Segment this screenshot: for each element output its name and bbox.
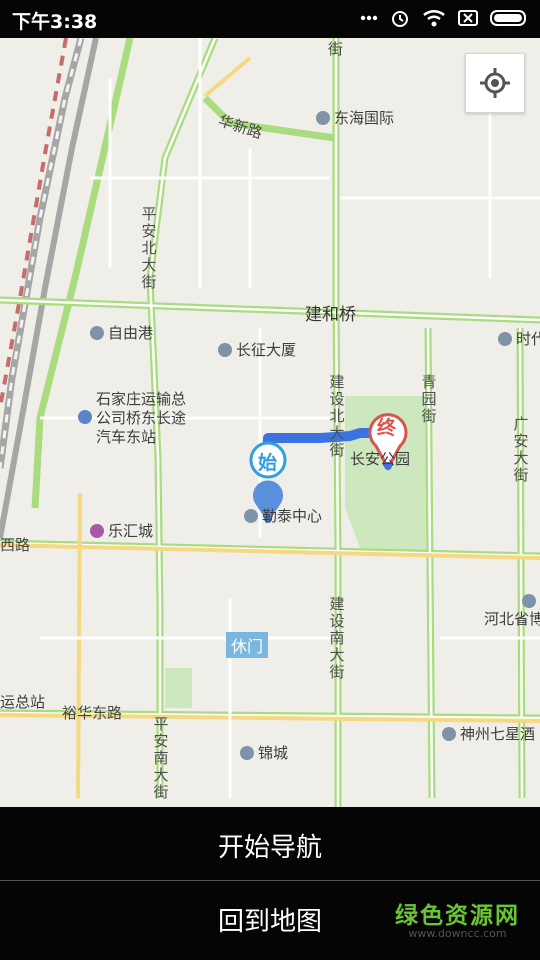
road-label-top-street: 街: [328, 40, 344, 58]
action-divider: [0, 880, 540, 881]
poi-lehui-label: 乐汇城: [108, 522, 154, 540]
road-label-pingannan: 平安南大街: [153, 715, 169, 801]
watermark-main: 绿色资源网: [395, 903, 520, 929]
small-park: [165, 668, 192, 708]
building-icon: [218, 342, 232, 357]
road-label-jianshebei: 建设北大街: [329, 373, 345, 459]
poi-donghai-label: 东海国际: [334, 109, 395, 127]
shopping-icon: [90, 523, 104, 538]
poi-yongtai[interactable]: 勒泰中心: [244, 505, 322, 526]
watermark-sub: www.downcc.com: [408, 927, 507, 940]
end-marker-label: 终: [377, 417, 397, 439]
poi-changan-park[interactable]: 长安公园: [350, 448, 410, 469]
more-icon: [360, 15, 378, 21]
bus-icon: [78, 410, 92, 424]
status-icons: [360, 8, 530, 28]
poi-transport-line-3: 汽车东站: [96, 428, 157, 446]
road-label-qingyuan: 青园街: [421, 373, 437, 425]
building-icon: [498, 331, 512, 346]
status-bar: 下午3:38: [0, 0, 540, 38]
start-marker-label: 始: [258, 452, 278, 474]
wifi-icon: [423, 10, 445, 27]
poi-donghai[interactable]: 东海国际: [316, 107, 394, 128]
museum-icon: [522, 594, 536, 608]
poi-changzheng[interactable]: 长征大厦: [218, 339, 296, 360]
road-label-guangan: 广安大街: [513, 415, 529, 484]
road-yellow-1: [76, 492, 82, 799]
poi-transport-line-1: 石家庄运输总: [96, 390, 187, 408]
poi-transport-line-2: 公司桥东长途: [96, 409, 187, 427]
road-label-pinganbei: 平安北大街: [141, 205, 157, 291]
building-icon: [244, 508, 258, 523]
poi-station[interactable]: 运总站: [0, 691, 45, 712]
poi-shidai[interactable]: 时代: [498, 328, 540, 349]
building-icon: [240, 745, 254, 760]
locate-icon: [480, 68, 510, 98]
poi-yongtai-label: 勒泰中心: [262, 507, 323, 525]
poi-jincheng[interactable]: 锦城: [240, 742, 288, 763]
poi-hebei[interactable]: 河北省博: [484, 594, 540, 629]
building-icon: [90, 325, 104, 340]
road-label-xi: 西路: [0, 536, 31, 554]
road-label-jianshenan: 建设南大街: [329, 595, 345, 681]
poi-ziyougang-label: 自由港: [108, 324, 154, 342]
poi-transport[interactable]: 石家庄运输总 公司桥东长途 汽车东站: [78, 390, 186, 447]
poi-changzheng-label: 长征大厦: [236, 341, 297, 359]
poi-shenzhou-label: 神州七星酒: [460, 725, 536, 743]
poi-ziyougang[interactable]: 自由港: [90, 322, 153, 343]
battery-icon: [490, 10, 526, 26]
status-time: 下午3:38: [12, 11, 98, 33]
poi-hebei-label: 河北省博: [484, 610, 540, 628]
poi-xiumen[interactable]: 休门: [226, 632, 269, 658]
poi-jincheng-label: 锦城: [258, 744, 289, 762]
poi-shenzhou[interactable]: 神州七星酒: [442, 723, 535, 744]
poi-shidai-label: 时代: [516, 330, 540, 348]
sim-off-icon: [458, 10, 478, 26]
start-navigation-button[interactable]: 开始导航: [0, 809, 540, 881]
road-label-yuhua: 裕华东路: [62, 704, 123, 722]
alarm-icon: [392, 11, 408, 27]
road-label-jianhe: 建和桥: [305, 305, 356, 325]
building-icon: [316, 110, 330, 125]
locate-button[interactable]: [465, 53, 525, 113]
hotel-icon: [442, 726, 456, 741]
watermark: 绿色资源网 www.downcc.com: [395, 896, 520, 940]
poi-lehui[interactable]: 乐汇城: [90, 520, 153, 541]
